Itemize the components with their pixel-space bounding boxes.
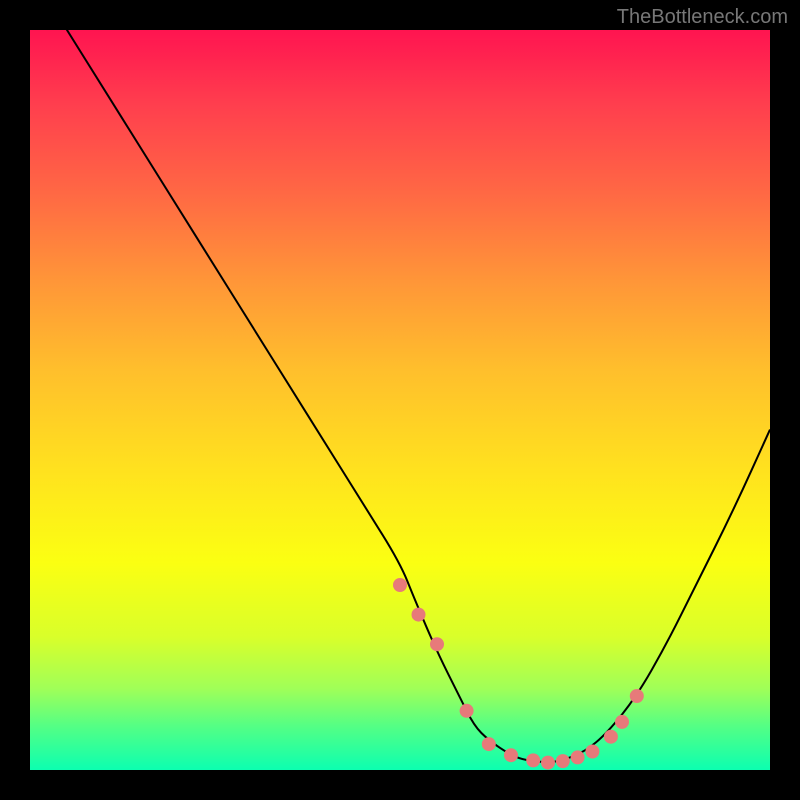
chart-svg: [30, 30, 770, 770]
scatter-dot: [541, 756, 555, 770]
scatter-dot: [585, 745, 599, 759]
watermark-text: TheBottleneck.com: [617, 6, 788, 29]
scatter-dot: [393, 578, 407, 592]
bottleneck-curve: [30, 0, 770, 762]
scatter-dot: [412, 608, 426, 622]
scatter-dot: [526, 753, 540, 767]
scatter-dot: [615, 715, 629, 729]
scatter-dot: [504, 748, 518, 762]
scatter-dot: [630, 689, 644, 703]
plot-area: [30, 30, 770, 770]
scatter-dot: [482, 737, 496, 751]
scatter-dot: [430, 637, 444, 651]
scatter-dot: [571, 750, 585, 764]
scatter-dot: [460, 704, 474, 718]
scatter-dot: [604, 730, 618, 744]
dot-group: [393, 578, 644, 770]
chart-stage: TheBottleneck.com: [0, 0, 800, 800]
scatter-dot: [556, 754, 570, 768]
